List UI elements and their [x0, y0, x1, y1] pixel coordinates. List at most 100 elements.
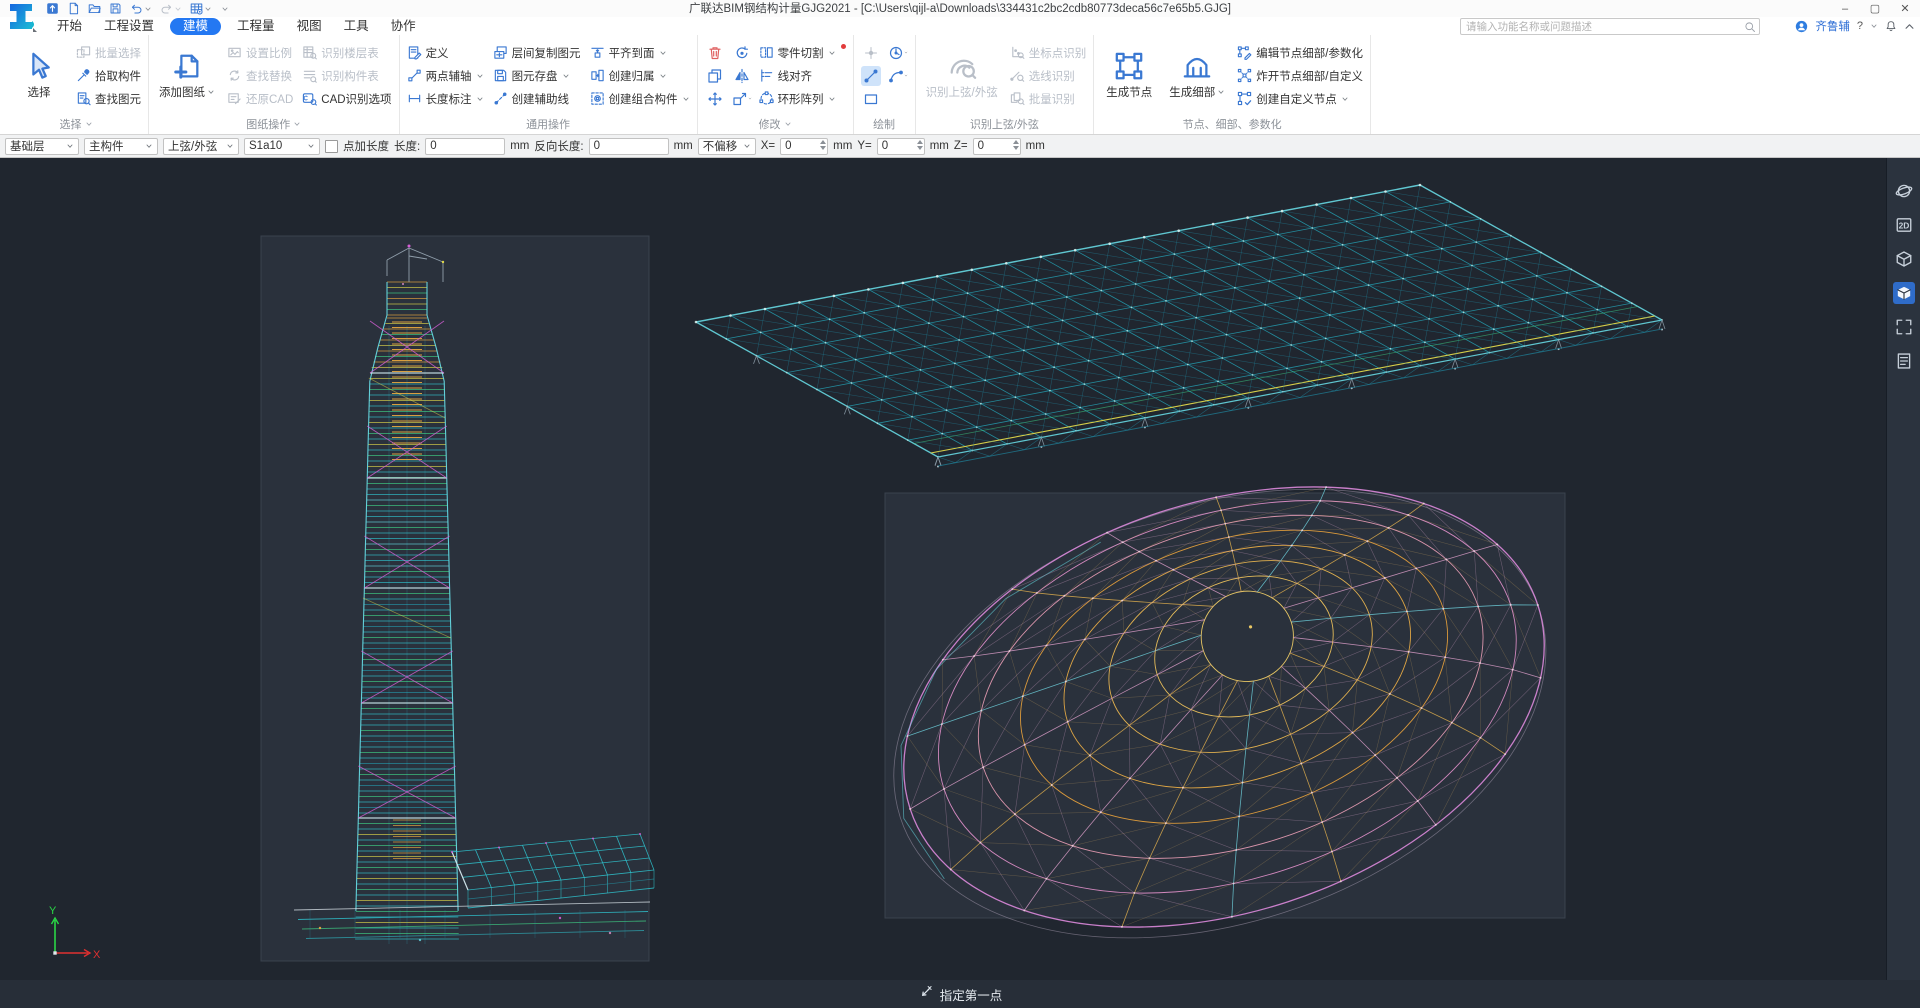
cad-options-icon	[302, 91, 317, 106]
current-view-button[interactable]	[1893, 282, 1915, 304]
tab-tools[interactable]: 工具	[333, 18, 380, 34]
sheet-icon	[1895, 352, 1913, 370]
reverse-length-input[interactable]	[589, 138, 669, 155]
search-input[interactable]	[1461, 21, 1744, 33]
user-name: 齐鲁辅	[1815, 18, 1850, 34]
ribbon-group-label-recognize-chord[interactable]: 识别上弦/外弦	[923, 114, 1087, 134]
edit-node-detail-parametric-button[interactable]: 编辑节点细部/参数化	[1237, 43, 1363, 63]
status-bar: 指定第一点	[0, 980, 1920, 1008]
collapse-ribbon-button[interactable]	[1904, 21, 1915, 32]
mirror-button[interactable]	[732, 66, 752, 86]
recognize-floor-table-button: 识别楼层表	[302, 43, 391, 63]
define-button[interactable]: 定义	[407, 43, 484, 63]
tab-quantity[interactable]: 工程量	[226, 18, 286, 34]
part-cutting-button[interactable]: 零件切割	[759, 43, 846, 63]
circular-array-button[interactable]: 环形阵列	[759, 89, 836, 109]
chord-type-select[interactable]: 上弦/外弦	[163, 138, 239, 155]
tab-collaboration[interactable]: 协作	[380, 18, 427, 34]
cad-recognition-options-button[interactable]: CAD识别选项	[302, 89, 391, 109]
select-button[interactable]: 选择	[11, 49, 67, 102]
ribbon-group-label-drawing-ops[interactable]: 图纸操作	[156, 114, 392, 134]
chevron-down-icon	[307, 142, 315, 150]
pick-component-button[interactable]: 拾取构件	[76, 66, 141, 86]
length-dimension-button[interactable]: 长度标注	[407, 89, 484, 109]
help-caret-icon[interactable]	[1870, 22, 1878, 30]
find-element-icon	[76, 91, 91, 106]
spinner-arrows[interactable]	[917, 140, 923, 150]
save-elements-button[interactable]: 图元存盘	[493, 66, 581, 86]
length-dim-icon	[407, 91, 422, 106]
create-attribution-button[interactable]: 创建归属	[590, 66, 690, 86]
explode-node-icon	[1237, 68, 1252, 83]
custom-node-icon	[1237, 91, 1252, 106]
close-button[interactable]: ✕	[1890, 0, 1920, 17]
explode-node-detail-custom-button[interactable]: 炸开节点细部/自定义	[1237, 66, 1363, 86]
function-search[interactable]	[1460, 18, 1760, 35]
coordinate-point-recognition-button: 坐标点识别	[1010, 43, 1087, 63]
define-icon	[407, 45, 422, 60]
orbit-icon	[1895, 182, 1913, 200]
move-button[interactable]	[705, 89, 725, 109]
ribbon-group-label-node-detail-parametric[interactable]: 节点、细部、参数化	[1101, 114, 1363, 134]
worksheet-button[interactable]	[188, 1, 214, 16]
create-combined-component-button[interactable]: 创建组合构件	[590, 89, 690, 109]
add-drawing-button[interactable]: 添加图纸	[156, 49, 218, 102]
reverse-length-label: 反向长度:	[534, 138, 583, 154]
generate-detail-button[interactable]: 生成细部	[1166, 49, 1228, 102]
spinner-arrows[interactable]	[820, 140, 826, 150]
two-point-aux-axis-button[interactable]: 两点辅轴	[407, 66, 484, 86]
generate-node-button[interactable]: 生成节点	[1101, 49, 1157, 102]
floor-select[interactable]: 基础层	[5, 138, 79, 155]
window-title: 广联达BIM钢结构计量GJG2021 - [C:\Users\qijl-a\Do…	[0, 0, 1920, 18]
point-add-length-checkbox[interactable]	[325, 140, 338, 153]
line-align-button[interactable]: 线对齐	[759, 66, 813, 86]
delete-button[interactable]	[705, 43, 725, 63]
copy-button[interactable]	[705, 66, 725, 86]
viewport-canvas[interactable]: YX	[0, 158, 1886, 980]
tab-view[interactable]: 视图	[286, 18, 333, 34]
create-custom-node-button[interactable]: 创建自定义节点	[1237, 89, 1363, 109]
arc-tool-button[interactable]	[888, 66, 908, 86]
undo-button[interactable]	[128, 1, 154, 16]
notification-bell-icon[interactable]	[1885, 20, 1897, 32]
stretch-button[interactable]	[732, 89, 752, 109]
spinner-arrows[interactable]	[1013, 140, 1019, 150]
fullscreen-button[interactable]	[1893, 316, 1915, 338]
open-file-button[interactable]	[86, 1, 103, 16]
drawing-list-button[interactable]	[1893, 350, 1915, 372]
publish-button[interactable]	[44, 1, 61, 16]
tab-modeling[interactable]: 建模	[170, 18, 221, 35]
svg-text:2D: 2D	[1898, 220, 1909, 230]
save-file-button[interactable]	[107, 1, 124, 16]
minimize-button[interactable]: –	[1830, 0, 1860, 17]
rotate-button[interactable]	[732, 43, 752, 63]
ribbon-group-recognize-chord: 识别上弦/外弦坐标点识别选线识别批量识别识别上弦/外弦	[916, 35, 1095, 134]
orbit-view-button[interactable]	[1893, 180, 1915, 202]
ribbon-group-label-modify[interactable]: 修改	[705, 114, 846, 134]
help-button[interactable]: ?	[1857, 20, 1863, 32]
new-file-button[interactable]	[65, 1, 82, 16]
tab-start[interactable]: 开始	[46, 18, 93, 34]
tab-project-settings[interactable]: 工程设置	[93, 18, 165, 34]
maximize-button[interactable]: ▢	[1860, 0, 1890, 17]
circle-tool-button[interactable]	[888, 43, 908, 63]
recog-comp-table-icon	[302, 68, 317, 83]
length-input[interactable]	[425, 138, 505, 155]
offset-select[interactable]: 不偏移	[698, 138, 756, 155]
ribbon-group-label-select[interactable]: 选择	[11, 114, 141, 134]
component-select[interactable]: S1a10	[244, 138, 320, 155]
component-type-select[interactable]: 主构件	[84, 138, 158, 155]
set-scale-button: 设置比例	[227, 43, 293, 63]
view-2d-button[interactable]: 2D	[1893, 214, 1915, 236]
customize-quick-access-button[interactable]	[218, 1, 231, 16]
view-3d-button[interactable]	[1893, 248, 1915, 270]
copy-between-floors-button[interactable]: 层间复制图元	[493, 43, 581, 63]
find-element-button[interactable]: 查找图元	[76, 89, 141, 109]
line-tool-button[interactable]	[861, 66, 881, 86]
ribbon-group-label-draw[interactable]: 绘制	[861, 114, 908, 134]
rect-tool-button[interactable]	[861, 89, 881, 109]
ribbon-group-label-general-ops[interactable]: 通用操作	[407, 114, 690, 134]
app-logo[interactable]	[3, 1, 39, 40]
align-to-surface-button[interactable]: 平齐到面	[590, 43, 690, 63]
create-aux-line-button[interactable]: 创建辅助线	[493, 89, 581, 109]
